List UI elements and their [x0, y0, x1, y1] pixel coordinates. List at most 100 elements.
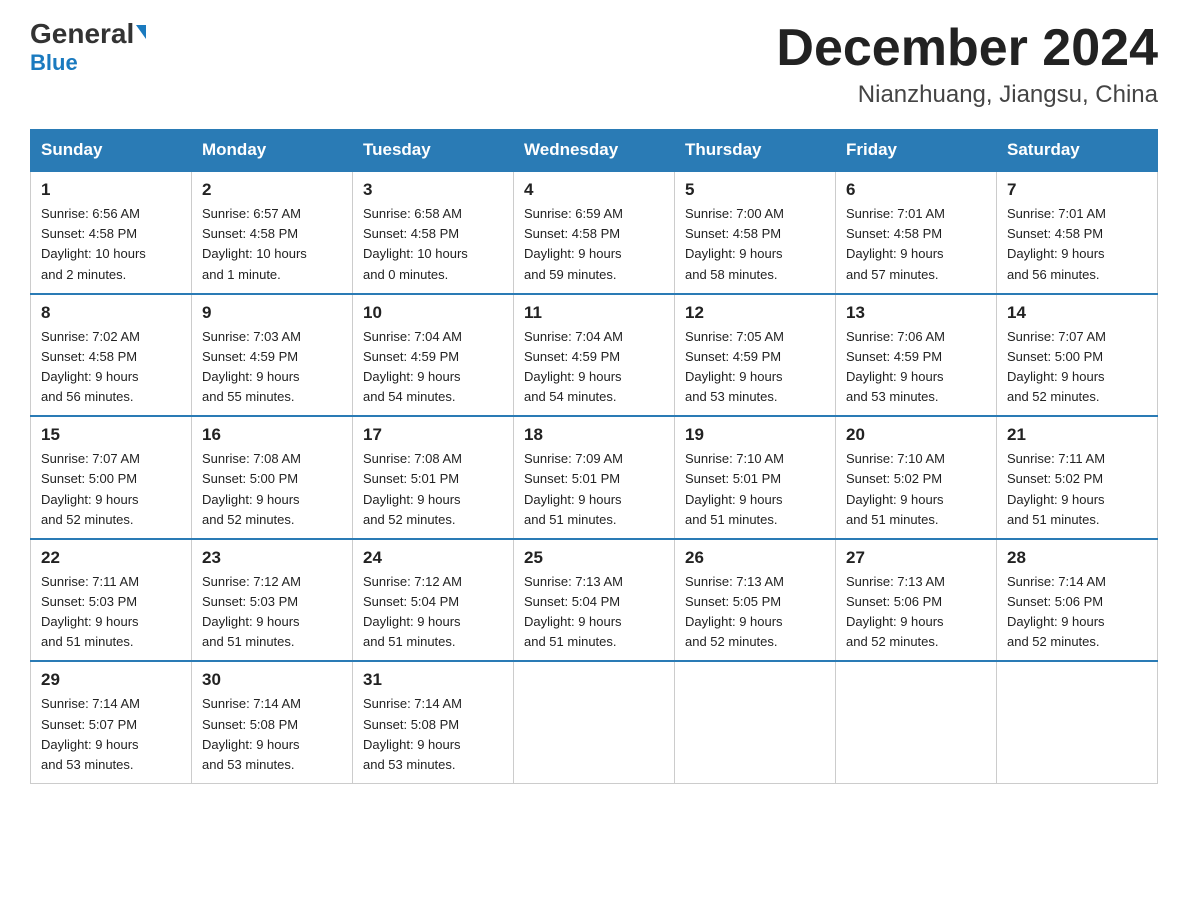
page-header: General Blue December 2024 Nianzhuang, J… [30, 20, 1158, 109]
calendar-cell: 16 Sunrise: 7:08 AMSunset: 5:00 PMDaylig… [192, 416, 353, 539]
col-monday: Monday [192, 130, 353, 172]
day-number: 3 [363, 180, 503, 200]
location-title: Nianzhuang, Jiangsu, China [776, 81, 1158, 109]
calendar-cell [997, 661, 1158, 783]
day-info: Sunrise: 7:00 AMSunset: 4:58 PMDaylight:… [685, 206, 784, 281]
day-info: Sunrise: 6:56 AMSunset: 4:58 PMDaylight:… [41, 206, 146, 281]
month-title: December 2024 [776, 20, 1158, 77]
calendar-cell: 27 Sunrise: 7:13 AMSunset: 5:06 PMDaylig… [836, 539, 997, 662]
day-number: 26 [685, 548, 825, 568]
calendar-week-row: 22 Sunrise: 7:11 AMSunset: 5:03 PMDaylig… [31, 539, 1158, 662]
day-info: Sunrise: 7:11 AMSunset: 5:03 PMDaylight:… [41, 574, 139, 649]
calendar-cell: 15 Sunrise: 7:07 AMSunset: 5:00 PMDaylig… [31, 416, 192, 539]
day-number: 8 [41, 303, 181, 323]
calendar-week-row: 15 Sunrise: 7:07 AMSunset: 5:00 PMDaylig… [31, 416, 1158, 539]
day-info: Sunrise: 7:04 AMSunset: 4:59 PMDaylight:… [363, 329, 462, 404]
calendar-cell: 17 Sunrise: 7:08 AMSunset: 5:01 PMDaylig… [353, 416, 514, 539]
day-number: 6 [846, 180, 986, 200]
calendar-cell [514, 661, 675, 783]
day-number: 25 [524, 548, 664, 568]
day-info: Sunrise: 7:08 AMSunset: 5:01 PMDaylight:… [363, 451, 462, 526]
day-number: 16 [202, 425, 342, 445]
day-info: Sunrise: 7:07 AMSunset: 5:00 PMDaylight:… [41, 451, 140, 526]
day-info: Sunrise: 7:07 AMSunset: 5:00 PMDaylight:… [1007, 329, 1106, 404]
day-info: Sunrise: 7:10 AMSunset: 5:01 PMDaylight:… [685, 451, 784, 526]
col-tuesday: Tuesday [353, 130, 514, 172]
calendar-cell: 20 Sunrise: 7:10 AMSunset: 5:02 PMDaylig… [836, 416, 997, 539]
col-saturday: Saturday [997, 130, 1158, 172]
day-number: 1 [41, 180, 181, 200]
calendar-cell: 19 Sunrise: 7:10 AMSunset: 5:01 PMDaylig… [675, 416, 836, 539]
calendar-cell: 9 Sunrise: 7:03 AMSunset: 4:59 PMDayligh… [192, 294, 353, 417]
col-friday: Friday [836, 130, 997, 172]
calendar-cell: 7 Sunrise: 7:01 AMSunset: 4:58 PMDayligh… [997, 171, 1158, 294]
day-number: 22 [41, 548, 181, 568]
col-wednesday: Wednesday [514, 130, 675, 172]
title-block: December 2024 Nianzhuang, Jiangsu, China [776, 20, 1158, 109]
day-number: 20 [846, 425, 986, 445]
logo-line2: Blue [30, 50, 78, 76]
logo: General Blue [30, 20, 146, 76]
day-info: Sunrise: 7:09 AMSunset: 5:01 PMDaylight:… [524, 451, 623, 526]
calendar-cell: 22 Sunrise: 7:11 AMSunset: 5:03 PMDaylig… [31, 539, 192, 662]
day-number: 10 [363, 303, 503, 323]
day-info: Sunrise: 7:12 AMSunset: 5:04 PMDaylight:… [363, 574, 462, 649]
calendar-week-row: 1 Sunrise: 6:56 AMSunset: 4:58 PMDayligh… [31, 171, 1158, 294]
day-number: 23 [202, 548, 342, 568]
day-info: Sunrise: 7:13 AMSunset: 5:05 PMDaylight:… [685, 574, 784, 649]
calendar-cell: 25 Sunrise: 7:13 AMSunset: 5:04 PMDaylig… [514, 539, 675, 662]
day-info: Sunrise: 7:13 AMSunset: 5:04 PMDaylight:… [524, 574, 623, 649]
day-number: 31 [363, 670, 503, 690]
col-thursday: Thursday [675, 130, 836, 172]
day-info: Sunrise: 7:11 AMSunset: 5:02 PMDaylight:… [1007, 451, 1105, 526]
calendar-cell: 30 Sunrise: 7:14 AMSunset: 5:08 PMDaylig… [192, 661, 353, 783]
calendar-cell: 6 Sunrise: 7:01 AMSunset: 4:58 PMDayligh… [836, 171, 997, 294]
calendar-body: 1 Sunrise: 6:56 AMSunset: 4:58 PMDayligh… [31, 171, 1158, 783]
calendar-cell: 2 Sunrise: 6:57 AMSunset: 4:58 PMDayligh… [192, 171, 353, 294]
calendar-cell: 5 Sunrise: 7:00 AMSunset: 4:58 PMDayligh… [675, 171, 836, 294]
calendar-cell: 1 Sunrise: 6:56 AMSunset: 4:58 PMDayligh… [31, 171, 192, 294]
calendar-cell: 21 Sunrise: 7:11 AMSunset: 5:02 PMDaylig… [997, 416, 1158, 539]
day-info: Sunrise: 7:03 AMSunset: 4:59 PMDaylight:… [202, 329, 301, 404]
day-number: 13 [846, 303, 986, 323]
day-info: Sunrise: 7:08 AMSunset: 5:00 PMDaylight:… [202, 451, 301, 526]
calendar-week-row: 29 Sunrise: 7:14 AMSunset: 5:07 PMDaylig… [31, 661, 1158, 783]
day-number: 28 [1007, 548, 1147, 568]
logo-line1: General [30, 20, 146, 48]
day-info: Sunrise: 7:14 AMSunset: 5:08 PMDaylight:… [202, 696, 301, 771]
day-number: 5 [685, 180, 825, 200]
calendar-cell: 18 Sunrise: 7:09 AMSunset: 5:01 PMDaylig… [514, 416, 675, 539]
day-info: Sunrise: 7:04 AMSunset: 4:59 PMDaylight:… [524, 329, 623, 404]
day-number: 18 [524, 425, 664, 445]
day-number: 21 [1007, 425, 1147, 445]
calendar-cell: 3 Sunrise: 6:58 AMSunset: 4:58 PMDayligh… [353, 171, 514, 294]
day-number: 29 [41, 670, 181, 690]
day-info: Sunrise: 7:01 AMSunset: 4:58 PMDaylight:… [846, 206, 945, 281]
day-info: Sunrise: 6:59 AMSunset: 4:58 PMDaylight:… [524, 206, 623, 281]
day-info: Sunrise: 6:57 AMSunset: 4:58 PMDaylight:… [202, 206, 307, 281]
day-info: Sunrise: 7:13 AMSunset: 5:06 PMDaylight:… [846, 574, 945, 649]
calendar-week-row: 8 Sunrise: 7:02 AMSunset: 4:58 PMDayligh… [31, 294, 1158, 417]
day-number: 14 [1007, 303, 1147, 323]
day-info: Sunrise: 7:06 AMSunset: 4:59 PMDaylight:… [846, 329, 945, 404]
day-number: 2 [202, 180, 342, 200]
calendar-table: Sunday Monday Tuesday Wednesday Thursday… [30, 129, 1158, 784]
calendar-cell: 23 Sunrise: 7:12 AMSunset: 5:03 PMDaylig… [192, 539, 353, 662]
day-number: 30 [202, 670, 342, 690]
calendar-cell: 12 Sunrise: 7:05 AMSunset: 4:59 PMDaylig… [675, 294, 836, 417]
day-number: 17 [363, 425, 503, 445]
calendar-cell: 28 Sunrise: 7:14 AMSunset: 5:06 PMDaylig… [997, 539, 1158, 662]
calendar-cell [675, 661, 836, 783]
calendar-cell: 31 Sunrise: 7:14 AMSunset: 5:08 PMDaylig… [353, 661, 514, 783]
calendar-cell: 29 Sunrise: 7:14 AMSunset: 5:07 PMDaylig… [31, 661, 192, 783]
calendar-cell: 11 Sunrise: 7:04 AMSunset: 4:59 PMDaylig… [514, 294, 675, 417]
day-number: 12 [685, 303, 825, 323]
day-info: Sunrise: 7:14 AMSunset: 5:07 PMDaylight:… [41, 696, 140, 771]
calendar-cell: 10 Sunrise: 7:04 AMSunset: 4:59 PMDaylig… [353, 294, 514, 417]
calendar-cell: 8 Sunrise: 7:02 AMSunset: 4:58 PMDayligh… [31, 294, 192, 417]
day-number: 24 [363, 548, 503, 568]
day-info: Sunrise: 7:14 AMSunset: 5:06 PMDaylight:… [1007, 574, 1106, 649]
day-number: 7 [1007, 180, 1147, 200]
day-info: Sunrise: 7:10 AMSunset: 5:02 PMDaylight:… [846, 451, 945, 526]
calendar-header-row: Sunday Monday Tuesday Wednesday Thursday… [31, 130, 1158, 172]
